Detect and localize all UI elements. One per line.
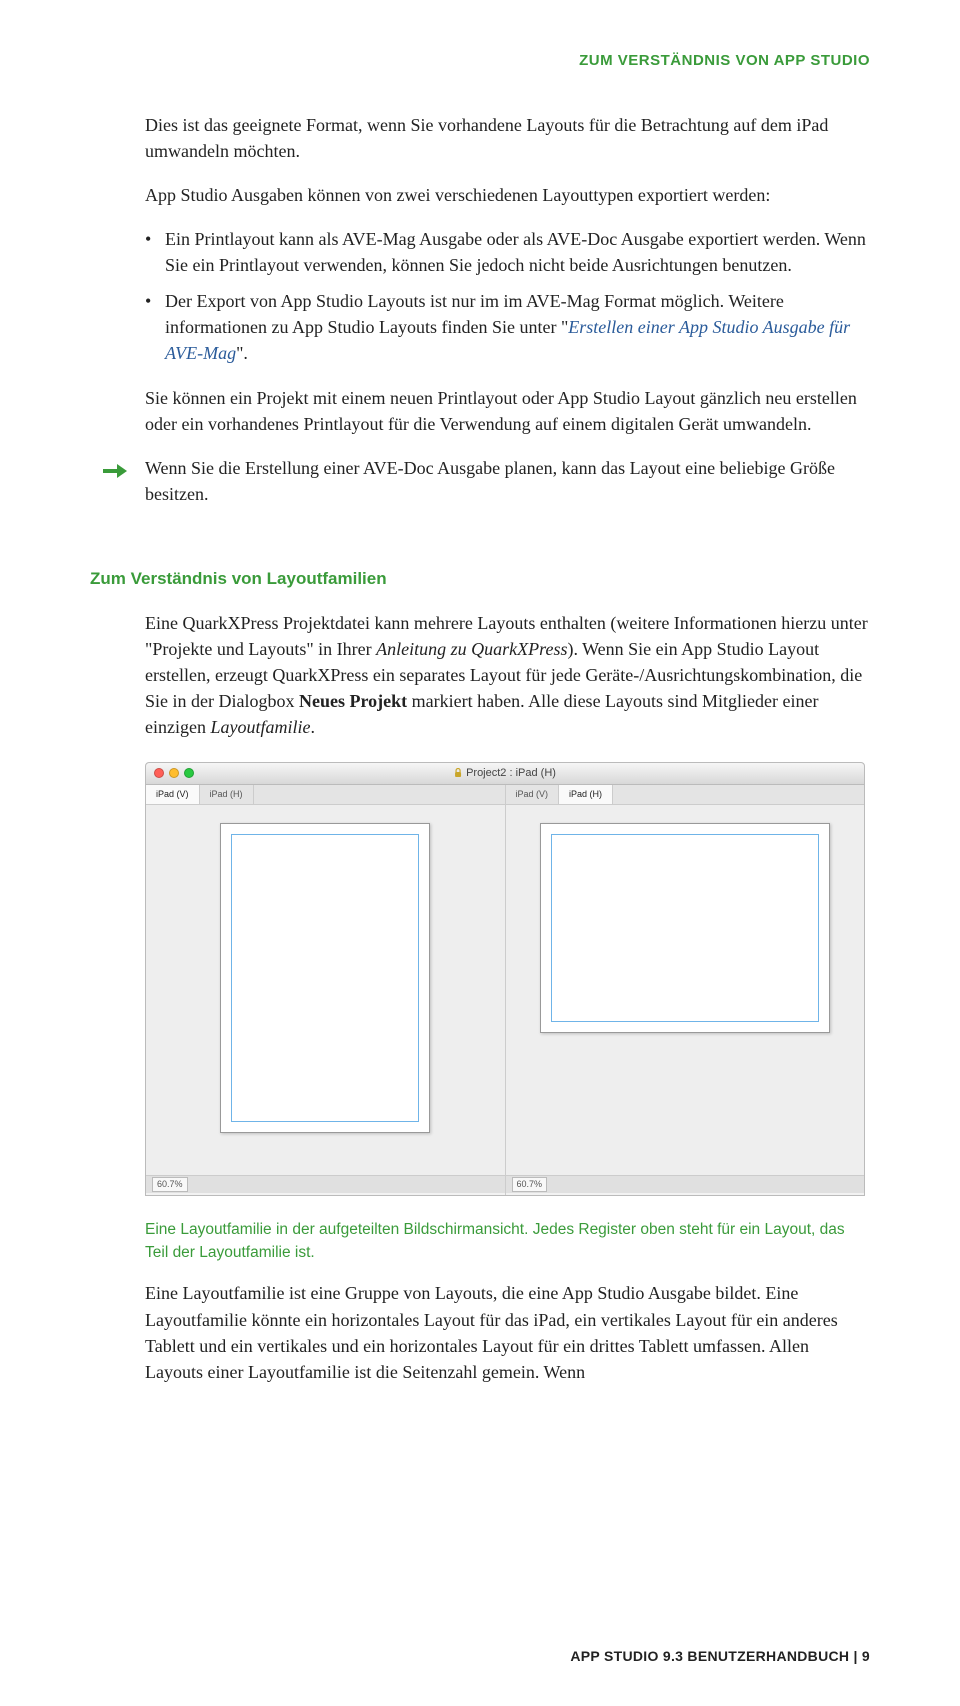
page-footer: APP STUDIO 9.3 BENUTZERHANDBUCH | 9 (570, 1646, 870, 1666)
screenshot-figure: Project2 : iPad (H) iPad (V) iPad (H) (145, 762, 870, 1196)
bullet-2-text-c: ". (236, 343, 248, 363)
bullet-item-2: Der Export von App Studio Layouts ist nu… (145, 288, 870, 366)
left-tab-strip: iPad (V) iPad (H) (146, 785, 505, 805)
intro-paragraph-1: Dies ist das geeignete Format, wenn Sie … (145, 112, 870, 164)
window-title-text: Project2 : iPad (H) (466, 766, 556, 782)
closing-paragraph: Eine Layoutfamilie ist eine Gruppe von L… (145, 1280, 870, 1384)
section-p1-bold: Neues Projekt (299, 691, 407, 711)
arrow-right-icon (103, 459, 127, 485)
right-page-landscape (540, 823, 830, 1033)
margin-guide (231, 834, 419, 1122)
zoom-icon[interactable] (184, 768, 194, 778)
left-canvas[interactable] (146, 805, 505, 1175)
left-page-portrait (220, 823, 430, 1133)
tab-ipad-v-right[interactable]: iPad (V) (506, 785, 560, 804)
right-status-bar: 60.7% (506, 1175, 865, 1193)
tab-ipad-h-right[interactable]: iPad (H) (559, 785, 613, 804)
section-p1-d: . (310, 717, 315, 737)
figure-caption: Eine Layoutfamilie in der aufgeteilten B… (145, 1218, 870, 1265)
section-heading-layoutfamilien: Zum Verständnis von Layoutfamilien (90, 567, 870, 592)
left-pane: iPad (V) iPad (H) 60.7% (146, 785, 506, 1195)
right-zoom-value[interactable]: 60.7% (512, 1177, 548, 1192)
right-tab-strip: iPad (V) iPad (H) (506, 785, 865, 805)
bullet-list: Ein Printlayout kann als AVE-Mag Ausgabe… (145, 226, 870, 366)
lock-icon (454, 768, 462, 778)
note-text: Wenn Sie die Erstellung einer AVE-Doc Au… (145, 455, 870, 507)
left-zoom-value[interactable]: 60.7% (152, 1177, 188, 1192)
minimize-icon[interactable] (169, 768, 179, 778)
tab-ipad-h-left[interactable]: iPad (H) (200, 785, 254, 804)
tab-ipad-v-left[interactable]: iPad (V) (146, 785, 200, 804)
right-pane: iPad (V) iPad (H) 60.7% (506, 785, 865, 1195)
window-titlebar: Project2 : iPad (H) (146, 763, 864, 785)
intro-paragraph-2: App Studio Ausgaben können von zwei vers… (145, 182, 870, 208)
right-canvas[interactable] (506, 805, 865, 1175)
bullet-item-1: Ein Printlayout kann als AVE-Mag Ausgabe… (145, 226, 870, 278)
section-paragraph-1: Eine QuarkXPress Projektdatei kann mehre… (145, 610, 870, 740)
margin-guide (551, 834, 819, 1022)
after-bullets-paragraph: Sie können ein Projekt mit einem neuen P… (145, 385, 870, 437)
window-title: Project2 : iPad (H) (454, 766, 556, 782)
app-window: Project2 : iPad (H) iPad (V) iPad (H) (145, 762, 865, 1196)
close-icon[interactable] (154, 768, 164, 778)
window-controls (154, 768, 194, 778)
note-block: Wenn Sie die Erstellung einer AVE-Doc Au… (145, 455, 870, 507)
section-p1-italic: Layoutfamilie (210, 717, 310, 737)
left-status-bar: 60.7% (146, 1175, 505, 1193)
running-header: ZUM VERSTÄNDNIS VON APP STUDIO (90, 50, 870, 72)
section-p1-link: Anleitung zu QuarkXPress (376, 639, 567, 659)
